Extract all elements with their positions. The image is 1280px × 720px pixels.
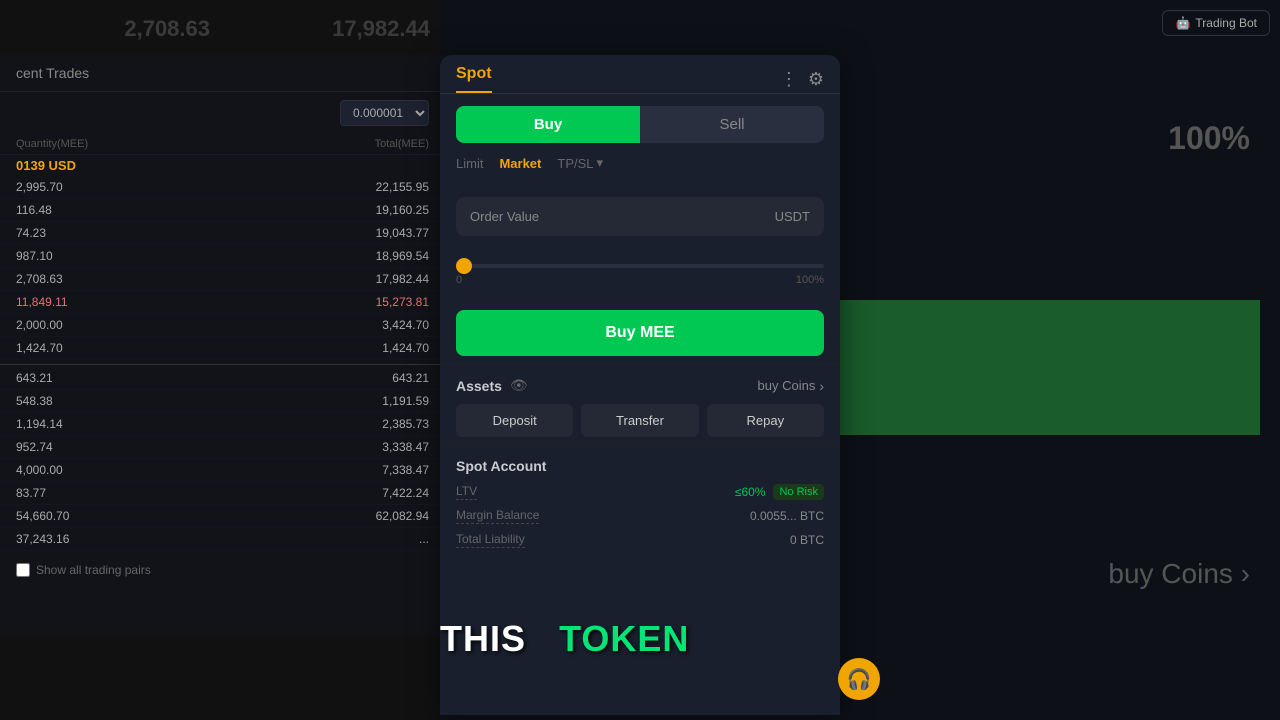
trades-list: 2,995.70 22,155.95 116.48 19,160.25 74.2… <box>0 176 445 551</box>
caption-text: THIS TOKEN <box>440 618 1280 660</box>
recent-trades-panel: cent Trades 0.000001 Quantity(MEE) Total… <box>0 55 445 635</box>
ltv-row: LTV ≤60% No Risk <box>456 484 824 500</box>
list-item: 2,000.00 3,424.70 <box>0 314 445 337</box>
buy-sell-row: Buy Sell <box>440 94 840 155</box>
buy-button[interactable]: Buy <box>456 106 640 143</box>
bg-buy-coins: buy Coins › <box>1108 558 1250 590</box>
list-item: 116.48 19,160.25 <box>0 199 445 222</box>
spot-header: Spot ⋮ ⚙ <box>440 55 840 94</box>
trading-bot-button[interactable]: 🤖 Trading Bot <box>1162 10 1270 36</box>
recent-trades-header: cent Trades <box>0 55 445 92</box>
support-avatar[interactable]: 🎧 <box>838 658 880 700</box>
tab-spot[interactable]: Spot <box>456 65 492 93</box>
headphone-icon: 🎧 <box>847 667 872 692</box>
more-options-icon[interactable]: ⋮ <box>780 69 798 90</box>
slider-thumb[interactable] <box>456 258 472 274</box>
caption-word-1: THIS <box>440 618 526 659</box>
caption-word-2: TOKEN <box>559 618 689 659</box>
slider-track[interactable] <box>456 264 824 268</box>
trades-column-headers: Quantity(MEE) Total(MEE) <box>0 134 445 155</box>
buy-mee-button[interactable]: Buy MEE <box>456 310 824 356</box>
assets-title-row: Assets 👁 <box>456 377 528 394</box>
list-item: 2,708.63 17,982.44 <box>0 268 445 291</box>
show-all-row: Show all trading pairs <box>0 551 445 589</box>
order-value-field[interactable]: Order Value USDT <box>456 197 824 236</box>
margin-balance-value: 0.0055... BTC <box>750 509 824 523</box>
margin-balance-row: Margin Balance 0.0055... BTC <box>456 508 824 524</box>
buy-coins-arrow-icon: › <box>819 378 824 394</box>
dropdown-row: 0.000001 <box>0 92 445 134</box>
robot-icon: 🤖 <box>1175 16 1190 30</box>
sell-button[interactable]: Sell <box>640 106 824 143</box>
total-liability-label: Total Liability <box>456 532 525 548</box>
assets-label: Assets <box>456 378 502 394</box>
buy-coins-text: buy Coins <box>758 378 816 393</box>
slider-max-label: 100% <box>796 274 824 286</box>
no-risk-badge: No Risk <box>773 484 824 500</box>
list-item: 643.21 643.21 <box>0 364 445 390</box>
bg-num: 2,708.63 <box>10 10 210 48</box>
action-buttons-row: Deposit Transfer Repay <box>456 404 824 437</box>
tab-tpsl[interactable]: TP/SL ▾ <box>557 155 603 171</box>
show-all-label: Show all trading pairs <box>36 563 151 577</box>
list-item: 2,995.70 22,155.95 <box>0 176 445 199</box>
order-value-label: Order Value <box>470 209 539 224</box>
list-item: 37,243.16 ... <box>0 528 445 551</box>
ltv-label: LTV <box>456 484 477 500</box>
trading-panel: Spot ⋮ ⚙ Buy Sell Limit Market TP/SL ▾ O… <box>440 55 840 715</box>
ltv-value: ≤60% <box>735 485 766 499</box>
order-type-row: Limit Market TP/SL ▾ <box>440 155 840 181</box>
list-item: 1,194.14 2,385.73 <box>0 413 445 436</box>
list-item: 987.10 18,969.54 <box>0 245 445 268</box>
tab-market[interactable]: Market <box>499 156 541 171</box>
bg-percent: 100% <box>1168 120 1250 157</box>
order-value-currency: USDT <box>775 209 810 224</box>
caption-overlay: THIS TOKEN <box>0 618 1280 660</box>
tab-limit[interactable]: Limit <box>456 156 483 171</box>
settings-icon[interactable]: ⚙ <box>808 69 824 90</box>
eye-icon[interactable]: 👁 <box>510 377 528 394</box>
list-item: 74.23 19,043.77 <box>0 222 445 245</box>
transfer-button[interactable]: Transfer <box>581 404 698 437</box>
total-liability-row: Total Liability 0 BTC <box>456 532 824 548</box>
list-item: 83.77 7,422.24 <box>0 482 445 505</box>
show-all-checkbox[interactable] <box>16 563 30 577</box>
slider-labels: 0 100% <box>456 274 824 286</box>
price-row: 0139 USD <box>0 155 445 176</box>
decimal-select[interactable]: 0.000001 <box>340 100 429 126</box>
spot-actions: ⋮ ⚙ <box>780 69 824 90</box>
list-item: 11,849.11 15,273.81 <box>0 291 445 314</box>
spot-account-section: Spot Account LTV ≤60% No Risk Margin Bal… <box>440 445 840 568</box>
assets-section: Assets 👁 buy Coins › Deposit Transfer Re… <box>440 364 840 445</box>
repay-button[interactable]: Repay <box>707 404 824 437</box>
total-liability-value: 0 BTC <box>790 533 824 547</box>
deposit-button[interactable]: Deposit <box>456 404 573 437</box>
list-item: 4,000.00 7,338.47 <box>0 459 445 482</box>
trading-bot-header: 🤖 Trading Bot <box>1162 10 1270 36</box>
spot-account-title: Spot Account <box>456 458 824 474</box>
buy-coins-link[interactable]: buy Coins › <box>758 378 824 394</box>
slider-section: 0 100% <box>440 244 840 302</box>
list-item: 548.38 1,191.59 <box>0 390 445 413</box>
bg-num: 17,982.44 <box>230 10 430 48</box>
spot-tab-row: Spot ⋮ ⚙ <box>456 65 824 93</box>
list-item: 952.74 3,338.47 <box>0 436 445 459</box>
list-item: 1,424.70 1,424.70 <box>0 337 445 360</box>
chevron-down-icon: ▾ <box>597 155 604 171</box>
slider-min-label: 0 <box>456 274 462 286</box>
order-value-section: Order Value USDT <box>440 181 840 244</box>
margin-balance-label: Margin Balance <box>456 508 539 524</box>
price-value: 0139 USD <box>16 158 223 173</box>
assets-header: Assets 👁 buy Coins › <box>456 377 824 394</box>
list-item: 54,660.70 62,082.94 <box>0 505 445 528</box>
